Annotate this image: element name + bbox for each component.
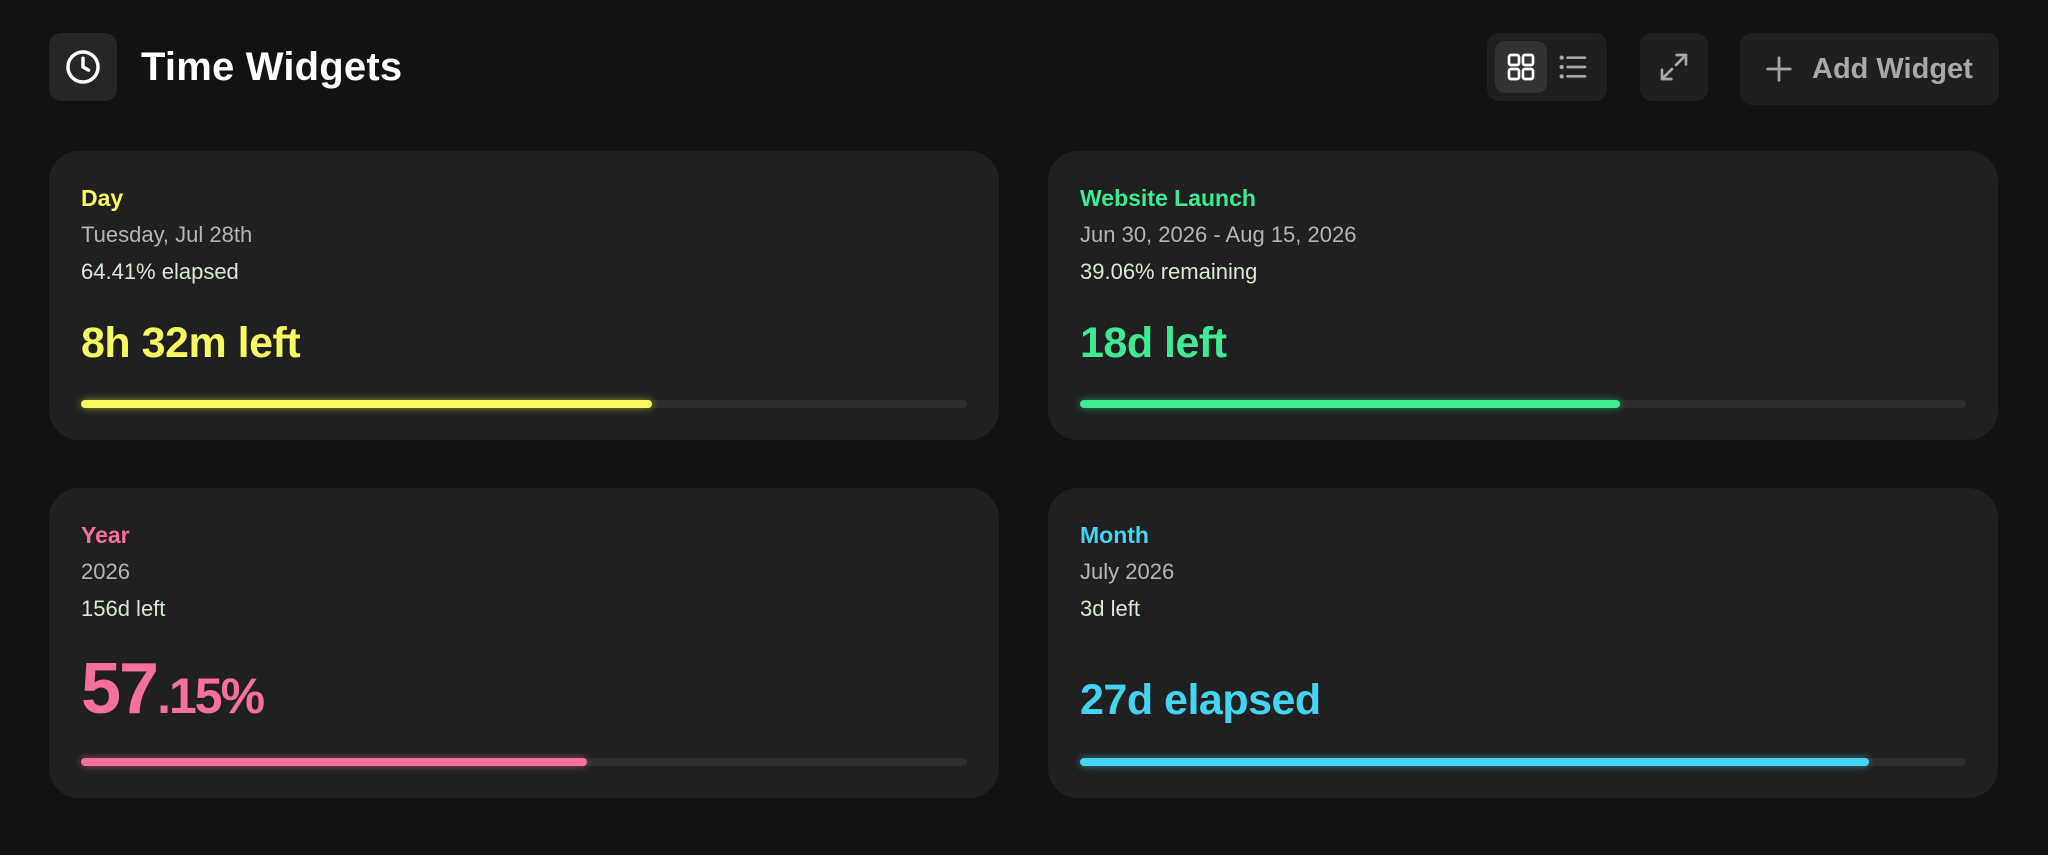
page-title: Time Widgets bbox=[141, 45, 403, 89]
progress-track bbox=[81, 758, 967, 766]
widget-subtitle: July 2026 bbox=[1080, 559, 1175, 584]
grid-view-button[interactable] bbox=[1495, 41, 1547, 93]
grid-icon bbox=[1507, 53, 1535, 81]
clock-icon bbox=[66, 50, 100, 84]
widget-label: Website Launch bbox=[1080, 185, 1256, 211]
add-widget-button[interactable]: Add Widget bbox=[1740, 33, 1999, 105]
progress-fill bbox=[1080, 400, 1620, 408]
view-toggle bbox=[1487, 33, 1607, 101]
widget-status: 3d left bbox=[1080, 596, 1140, 621]
widget-subtitle: Tuesday, Jul 28th bbox=[81, 222, 253, 247]
app-logo bbox=[49, 33, 117, 101]
percentage-decimal: .15% bbox=[157, 668, 265, 724]
add-widget-label: Add Widget bbox=[1812, 52, 1973, 85]
widget-status: 64.41% elapsed bbox=[81, 259, 239, 284]
header: Time Widgets Add Widget bbox=[49, 33, 1999, 105]
progress-fill bbox=[81, 400, 652, 408]
progress-track bbox=[1080, 758, 1966, 766]
widget-card-website-launch[interactable]: Website Launch Jun 30, 2026 - Aug 15, 20… bbox=[1048, 151, 1998, 440]
list-icon bbox=[1559, 55, 1587, 79]
widget-subtitle: Jun 30, 2026 - Aug 15, 2026 bbox=[1080, 222, 1357, 247]
progress-track bbox=[1080, 400, 1966, 408]
list-view-button[interactable] bbox=[1547, 41, 1599, 93]
widget-card-day[interactable]: Day Tuesday, Jul 28th 64.41% elapsed 8h … bbox=[49, 151, 999, 440]
widget-big-value: 8h 32m left bbox=[81, 319, 301, 367]
progress-fill bbox=[81, 758, 588, 766]
widget-status: 156d left bbox=[81, 596, 166, 621]
widget-status: 39.06% remaining bbox=[1080, 259, 1258, 284]
fullscreen-button[interactable] bbox=[1640, 33, 1708, 101]
widget-card-month[interactable]: Month July 2026 3d left 27d elapsed bbox=[1048, 488, 1998, 798]
widget-big-percentage: 57.15% bbox=[81, 648, 265, 730]
widget-big-value: 27d elapsed bbox=[1080, 676, 1321, 724]
widget-card-year[interactable]: Year 2026 156d left 57.15% bbox=[49, 488, 999, 798]
plus-icon bbox=[1766, 56, 1792, 82]
percentage-integer: 57 bbox=[81, 649, 159, 729]
progress-fill bbox=[1080, 758, 1869, 766]
widget-label: Month bbox=[1080, 522, 1149, 548]
expand-icon bbox=[1660, 53, 1688, 81]
widget-label: Year bbox=[81, 522, 130, 548]
widget-label: Day bbox=[81, 185, 124, 211]
progress-track bbox=[81, 400, 967, 408]
widget-subtitle: 2026 bbox=[81, 559, 130, 584]
widget-big-value: 18d left bbox=[1080, 319, 1227, 367]
